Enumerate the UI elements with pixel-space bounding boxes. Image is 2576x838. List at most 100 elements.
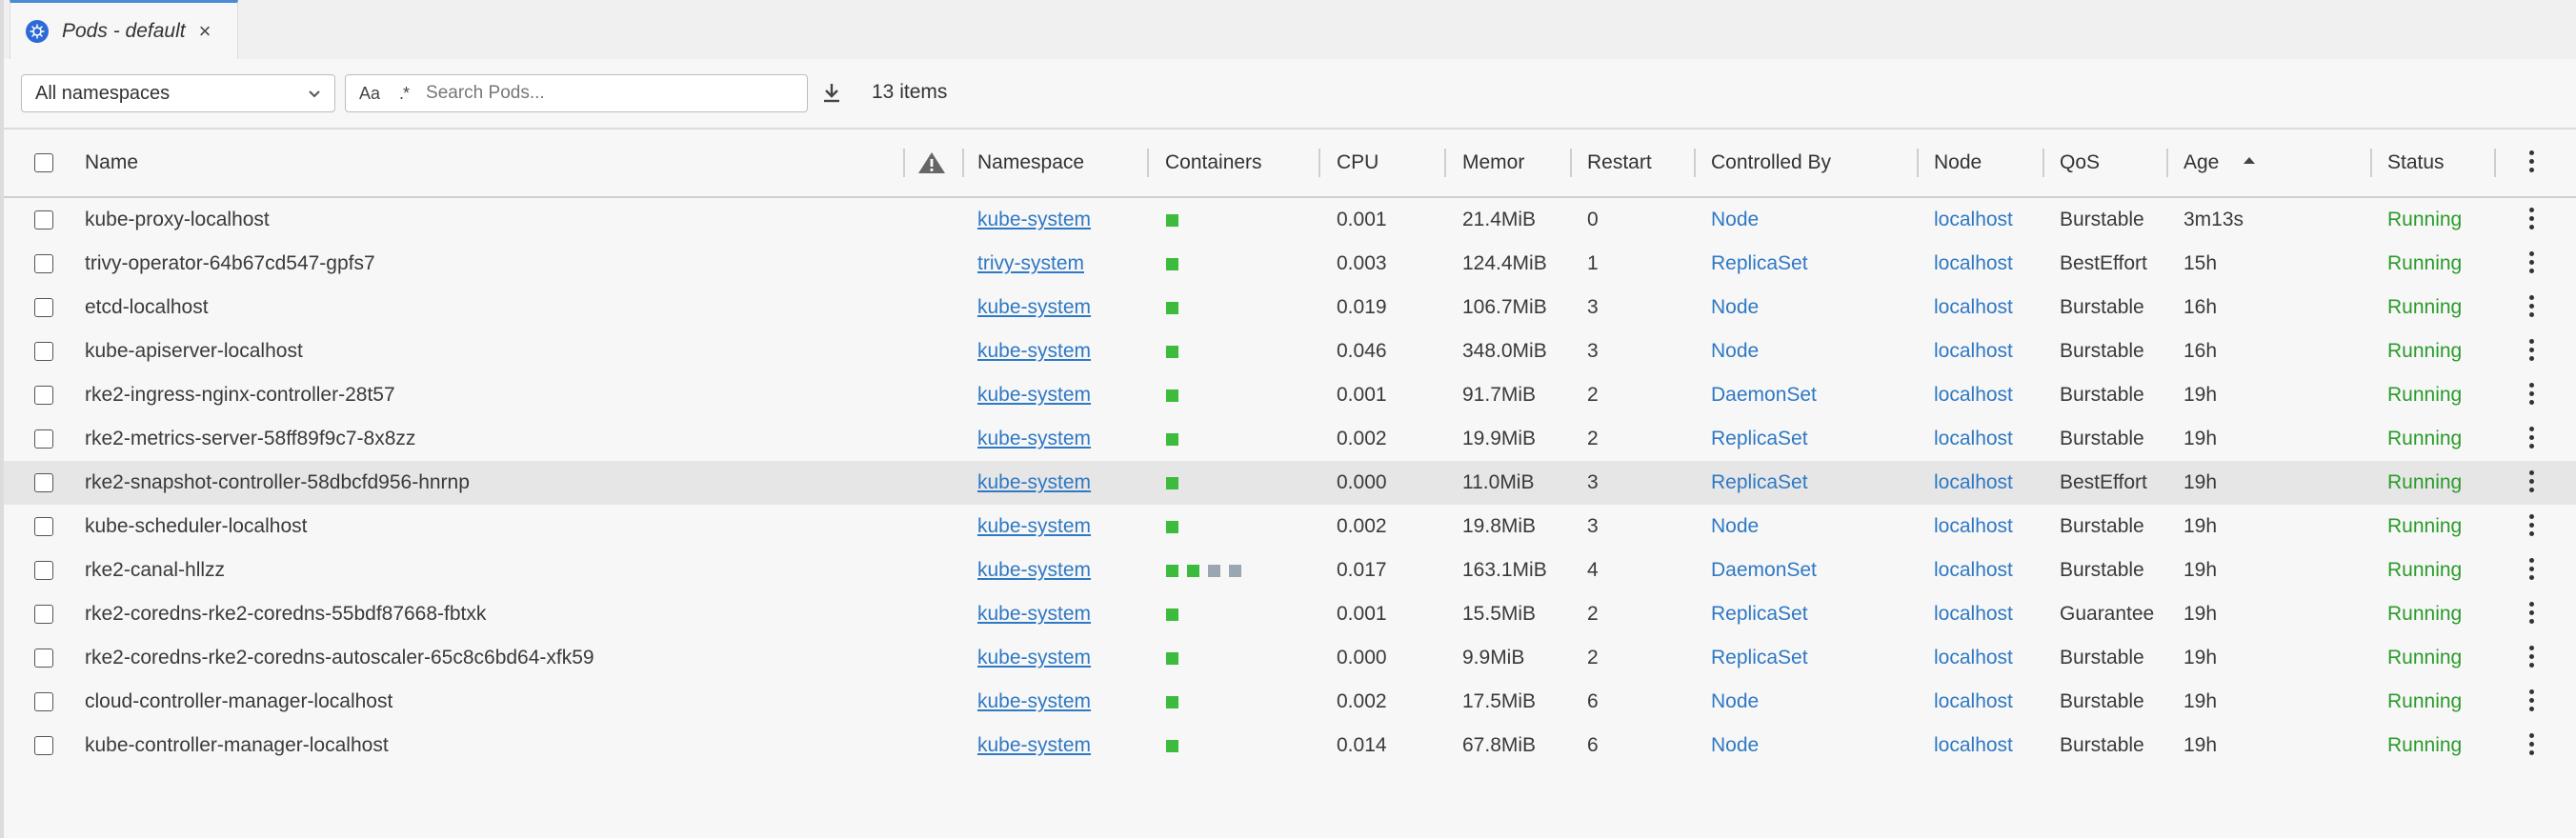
container-status-indicator[interactable] [1166,389,1178,402]
row-menu-icon[interactable] [2529,470,2535,496]
column-header-name[interactable]: Name [85,130,138,196]
table-row[interactable]: rke2-coredns-rke2-coredns-autoscaler-65c… [4,636,2576,680]
download-icon[interactable] [821,82,842,110]
container-status-indicator[interactable] [1208,565,1220,577]
container-status-indicator[interactable] [1166,258,1178,270]
row-checkbox[interactable] [34,692,53,711]
column-header-cpu[interactable]: CPU [1337,130,1379,196]
column-header-controlled-by[interactable]: Controlled By [1711,130,1831,196]
column-header-status[interactable]: Status [2387,130,2445,196]
table-row[interactable]: kube-scheduler-localhost kube-system 0.002… [4,505,2576,549]
row-menu-icon[interactable] [2529,646,2535,671]
pod-node-link[interactable]: localhost [1934,242,2013,286]
table-row[interactable]: kube-proxy-localhost kube-system 0.001 21.4… [4,198,2576,242]
row-checkbox[interactable] [34,429,53,449]
pod-controlled-by-link[interactable]: ReplicaSet [1711,417,1808,461]
row-checkbox[interactable] [34,473,53,492]
pod-namespace-link[interactable]: trivy-system [977,242,1084,286]
search-input[interactable] [424,82,772,105]
row-menu-icon[interactable] [2529,558,2535,584]
table-row[interactable]: rke2-ingress-nginx-controller-28t57 kube-… [4,373,2576,417]
table-row[interactable]: trivy-operator-64b67cd547-gpfs7 trivy-sys… [4,242,2576,286]
container-status-indicator[interactable] [1166,302,1178,314]
pod-controlled-by-link[interactable]: Node [1711,198,1759,242]
table-row[interactable]: kube-controller-manager-localhost kube-sy… [4,724,2576,768]
row-checkbox[interactable] [34,210,53,229]
table-row[interactable]: rke2-coredns-rke2-coredns-55bdf87668-fbt… [4,592,2576,636]
pod-namespace-link[interactable]: kube-system [977,505,1091,549]
column-menu-icon[interactable] [2529,150,2535,176]
pod-node-link[interactable]: localhost [1934,724,2013,768]
column-header-restart[interactable]: Restart [1587,130,1652,196]
pod-controlled-by-link[interactable]: DaemonSet [1711,549,1817,592]
pod-namespace-link[interactable]: kube-system [977,417,1091,461]
pod-namespace-link[interactable]: kube-system [977,461,1091,505]
pod-node-link[interactable]: localhost [1934,198,2013,242]
pod-controlled-by-link[interactable]: ReplicaSet [1711,636,1808,680]
container-status-indicator[interactable] [1166,214,1178,227]
row-menu-icon[interactable] [2529,514,2535,540]
column-header-qos[interactable]: QoS [2060,130,2100,196]
pod-controlled-by-link[interactable]: Node [1711,505,1759,549]
container-status-indicator[interactable] [1166,346,1178,358]
pod-controlled-by-link[interactable]: Node [1711,286,1759,329]
row-menu-icon[interactable] [2529,689,2535,715]
column-header-namespace[interactable]: Namespace [977,130,1084,196]
column-divider[interactable] [962,149,964,177]
row-menu-icon[interactable] [2529,208,2535,233]
column-header-age[interactable]: Age [2184,130,2219,196]
column-divider[interactable] [1917,149,1919,177]
table-row[interactable]: rke2-canal-hllzz kube-system 0.017 163.1MiB… [4,549,2576,592]
pod-namespace-link[interactable]: kube-system [977,329,1091,373]
pod-node-link[interactable]: localhost [1934,286,2013,329]
warning-icon[interactable] [916,130,947,196]
container-status-indicator[interactable] [1166,433,1178,446]
row-menu-icon[interactable] [2529,295,2535,321]
row-checkbox[interactable] [34,298,53,317]
row-checkbox[interactable] [34,386,53,405]
pod-node-link[interactable]: localhost [1934,373,2013,417]
pod-node-link[interactable]: localhost [1934,329,2013,373]
pod-namespace-link[interactable]: kube-system [977,373,1091,417]
column-divider[interactable] [1444,149,1446,177]
pod-node-link[interactable]: localhost [1934,549,2013,592]
column-divider[interactable] [1318,149,1320,177]
table-row[interactable]: cloud-controller-manager-localhost kube-s… [4,680,2576,724]
pod-controlled-by-link[interactable]: ReplicaSet [1711,592,1808,636]
tab-pods-default[interactable]: Pods - default × [10,0,238,59]
select-all-checkbox[interactable] [34,153,53,172]
column-divider[interactable] [2043,149,2044,177]
container-status-indicator[interactable] [1166,740,1178,752]
row-menu-icon[interactable] [2529,251,2535,277]
column-divider[interactable] [2494,149,2496,177]
regex-toggle[interactable]: .* [399,84,410,104]
pod-controlled-by-link[interactable]: Node [1711,724,1759,768]
column-header-containers[interactable]: Containers [1165,130,1262,196]
table-row[interactable]: rke2-metrics-server-58ff89f9c7-8x8zz kube… [4,417,2576,461]
column-divider[interactable] [2370,149,2372,177]
pod-node-link[interactable]: localhost [1934,461,2013,505]
match-case-toggle[interactable]: Aa [359,84,380,104]
container-status-indicator[interactable] [1166,696,1178,708]
container-status-indicator[interactable] [1166,609,1178,621]
pod-controlled-by-link[interactable]: Node [1711,680,1759,724]
row-checkbox[interactable] [34,342,53,361]
pod-namespace-link[interactable]: kube-system [977,680,1091,724]
table-row[interactable]: etcd-localhost kube-system 0.019 106.7MiB 3 N… [4,286,2576,329]
pod-controlled-by-link[interactable]: ReplicaSet [1711,461,1808,505]
row-menu-icon[interactable] [2529,602,2535,628]
container-status-indicator[interactable] [1166,477,1178,489]
pod-namespace-link[interactable]: kube-system [977,724,1091,768]
pod-node-link[interactable]: localhost [1934,417,2013,461]
row-checkbox[interactable] [34,648,53,668]
pod-node-link[interactable]: localhost [1934,636,2013,680]
pod-namespace-link[interactable]: kube-system [977,592,1091,636]
container-status-indicator[interactable] [1229,565,1241,577]
pod-controlled-by-link[interactable]: ReplicaSet [1711,242,1808,286]
pod-namespace-link[interactable]: kube-system [977,286,1091,329]
pod-namespace-link[interactable]: kube-system [977,636,1091,680]
column-divider[interactable] [1147,149,1149,177]
pod-node-link[interactable]: localhost [1934,680,2013,724]
pod-controlled-by-link[interactable]: DaemonSet [1711,373,1817,417]
column-divider[interactable] [903,149,905,177]
